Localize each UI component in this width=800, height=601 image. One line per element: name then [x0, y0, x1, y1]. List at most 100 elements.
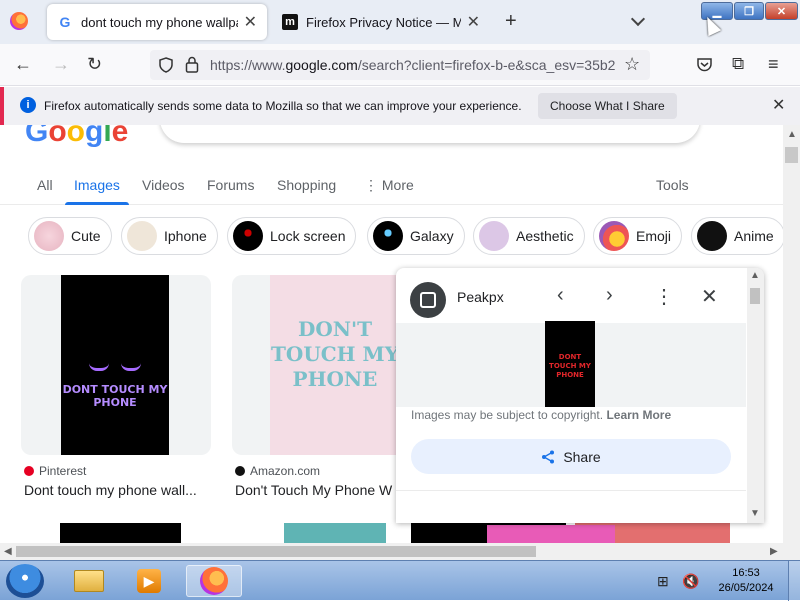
media-player-icon[interactable]: ▶: [127, 565, 171, 597]
tab-title: Firefox Privacy Notice — Mozill: [306, 14, 461, 30]
page-vertical-scrollbar[interactable]: ▲: [783, 125, 800, 543]
back-arrow-icon[interactable]: ←: [14, 54, 32, 75]
tab-images[interactable]: Images: [74, 177, 120, 193]
close-tab-icon[interactable]: ✕: [467, 12, 480, 32]
extensions-puzzle-icon[interactable]: ⧉: [732, 54, 744, 74]
chevron-down-icon[interactable]: [630, 11, 646, 27]
google-logo[interactable]: Google: [25, 125, 128, 149]
chip-galaxy[interactable]: Galaxy: [367, 217, 465, 255]
share-button[interactable]: Share: [411, 439, 731, 474]
mozilla-icon: m: [282, 14, 298, 30]
next-chevron-icon[interactable]: ›: [606, 284, 613, 307]
scrollbar-thumb[interactable]: [750, 288, 760, 304]
clock-time: 16:53: [732, 567, 760, 579]
close-panel-icon[interactable]: ✕: [701, 284, 718, 309]
reload-icon[interactable]: ↻: [87, 54, 102, 75]
divider: [396, 490, 746, 491]
result-title-1[interactable]: Dont touch my phone wall...: [24, 482, 210, 498]
more-options-icon[interactable]: ⋮: [654, 284, 674, 309]
chip-label: Cute: [71, 228, 101, 244]
bookmark-star-icon[interactable]: ☆: [624, 54, 640, 75]
notification-text: Firefox automatically sends some data to…: [44, 99, 522, 113]
start-button[interactable]: [6, 564, 44, 598]
scrollbar-thumb[interactable]: [16, 546, 536, 557]
learn-more-link[interactable]: Learn More: [606, 408, 671, 422]
tab-videos[interactable]: Videos: [142, 177, 185, 193]
close-tab-icon[interactable]: ✕: [244, 12, 257, 32]
chip-iphone[interactable]: Iphone: [121, 217, 218, 255]
chip-cute[interactable]: Cute: [28, 217, 112, 255]
result-source-2[interactable]: Amazon.com: [235, 464, 320, 478]
tools-button[interactable]: Tools: [656, 177, 689, 193]
url-bar[interactable]: https://www.google.com/search?client=fir…: [150, 50, 650, 80]
chip-emoji[interactable]: Emoji: [593, 217, 683, 255]
forward-arrow-icon[interactable]: →: [52, 54, 70, 75]
chip-label: Emoji: [636, 228, 672, 244]
result-image-1[interactable]: DONT TOUCH MY PHONE: [21, 275, 211, 455]
tab-forums[interactable]: Forums: [207, 177, 254, 193]
tab-more[interactable]: ⋮ More: [364, 177, 414, 194]
panel-site-name[interactable]: Peakpx: [457, 289, 504, 305]
result-image-3[interactable]: [60, 523, 181, 543]
chip-lock-screen[interactable]: Lock screen: [227, 217, 357, 255]
chip-label: Lock screen: [270, 228, 346, 244]
page-horizontal-scrollbar[interactable]: ◀ ▶: [0, 543, 800, 560]
chip-thumbnail: [233, 221, 263, 251]
result-image-4[interactable]: [284, 523, 386, 543]
new-tab-plus-icon[interactable]: +: [505, 10, 517, 33]
url-domain: google.com: [285, 57, 358, 73]
scroll-left-arrow-icon[interactable]: ◀: [4, 546, 12, 557]
chip-thumbnail: [127, 221, 157, 251]
close-window-button[interactable]: ✕: [765, 2, 798, 20]
choose-what-i-share-button[interactable]: Choose What I Share: [538, 93, 677, 119]
share-icon: [542, 450, 555, 463]
google-results-page: Google All Images Videos Forums Shopping…: [0, 125, 783, 543]
scroll-up-arrow-icon[interactable]: ▲: [787, 129, 797, 140]
search-box[interactable]: [160, 125, 700, 143]
tab-shopping[interactable]: Shopping: [277, 177, 336, 193]
firefox-icon[interactable]: [10, 12, 28, 30]
chip-aesthetic[interactable]: Aesthetic: [473, 217, 585, 255]
result-image-2[interactable]: DON'T TOUCH MY PHONE: [232, 275, 422, 455]
show-desktop-button[interactable]: [788, 561, 800, 601]
close-notification-icon[interactable]: ✕: [772, 95, 785, 115]
tab-privacy-notice[interactable]: m Firefox Privacy Notice — Mozill ✕: [272, 4, 490, 40]
tab-all[interactable]: All: [37, 177, 53, 193]
panel-scrollbar[interactable]: ▲ ▼: [747, 268, 764, 523]
file-explorer-icon[interactable]: [67, 565, 111, 597]
chip-label: Galaxy: [410, 228, 454, 244]
scroll-down-arrow-icon[interactable]: ▼: [750, 508, 760, 519]
chip-anime[interactable]: Anime: [691, 217, 783, 255]
firefox-taskbar-icon[interactable]: [186, 565, 242, 597]
tab-more-label: More: [381, 177, 414, 193]
scroll-right-arrow-icon[interactable]: ▶: [770, 546, 778, 557]
wallpaper-thumbnail: DONT TOUCH MY PHONE: [61, 275, 169, 455]
url-text: https://www.google.com/search?client=fir…: [210, 57, 615, 73]
pocket-icon[interactable]: [696, 56, 713, 73]
speaker-muted-icon[interactable]: 🔇: [682, 573, 699, 590]
source-label: Pinterest: [39, 464, 87, 478]
clock-date: 26/05/2024: [718, 582, 774, 594]
clock[interactable]: 16:53 26/05/2024: [708, 566, 784, 596]
panel-image-text: DONT TOUCH MY PHONE: [549, 353, 591, 379]
panel-preview-image[interactable]: DONT TOUCH MY PHONE: [545, 321, 595, 407]
chip-thumbnail: [34, 221, 64, 251]
result-source-1[interactable]: Pinterest: [24, 464, 86, 478]
amazon-icon: [235, 466, 245, 476]
lock-icon[interactable]: [185, 56, 199, 73]
chip-thumbnail: [479, 221, 509, 251]
eye-left-icon: [89, 363, 109, 371]
shield-icon[interactable]: [158, 57, 174, 73]
result-image-5[interactable]: [487, 525, 615, 543]
result-title-2[interactable]: Don't Touch My Phone W: [235, 482, 400, 498]
network-icon[interactable]: ⊞: [657, 573, 669, 590]
scroll-up-arrow-icon[interactable]: ▲: [750, 270, 760, 281]
menu-hamburger-icon[interactable]: ≡: [768, 54, 779, 75]
tab-google-search[interactable]: G dont touch my phone wallpape ✕: [47, 4, 267, 40]
firefox-icon: [200, 567, 228, 595]
chip-thumbnail: [599, 221, 629, 251]
url-path: /search?client=firefox-b-e&sca_esv=35b2: [357, 57, 615, 73]
maximize-button[interactable]: ❐: [734, 2, 764, 20]
previous-chevron-icon[interactable]: ‹: [557, 284, 564, 307]
scrollbar-thumb[interactable]: [785, 147, 798, 163]
